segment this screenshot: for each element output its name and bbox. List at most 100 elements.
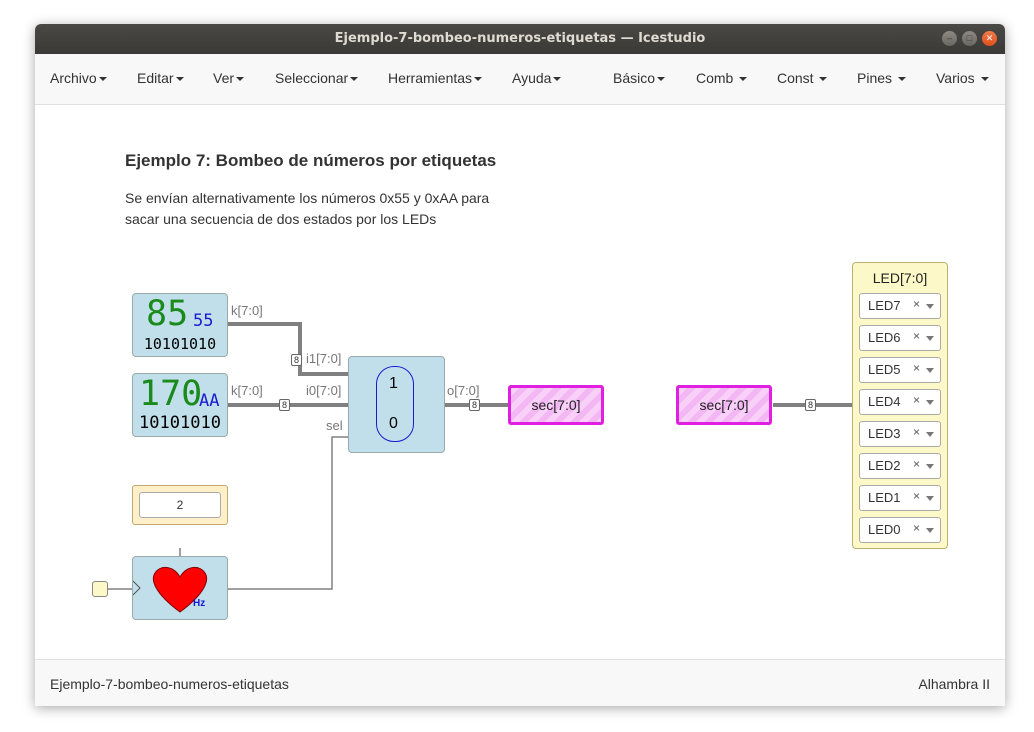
caret-down-icon bbox=[236, 77, 245, 82]
caret-down-icon bbox=[553, 77, 562, 82]
chevron-down-icon[interactable] bbox=[926, 528, 934, 533]
status-bar: Ejemplo-7-bombeo-numeros-etiquetas Alham… bbox=[35, 659, 1005, 706]
led-pin-select[interactable]: LED4 × bbox=[859, 389, 941, 415]
const-hex: AA bbox=[199, 391, 220, 411]
caret-down-icon bbox=[474, 77, 483, 82]
clock-input-port[interactable] bbox=[92, 581, 108, 597]
tag-label: sec[7:0] bbox=[699, 397, 749, 413]
caret-down-icon bbox=[657, 77, 666, 82]
menu-herramientas[interactable]: Herramientas bbox=[388, 70, 483, 86]
led-pin-select[interactable]: LED2 × bbox=[859, 453, 941, 479]
port-label: k[7:0] bbox=[231, 383, 263, 398]
chevron-down-icon[interactable] bbox=[926, 464, 934, 469]
const-decimal: 85 bbox=[146, 294, 189, 334]
led-pin-select[interactable]: LED6 × bbox=[859, 325, 941, 351]
led-pin-select[interactable]: LED1 × bbox=[859, 485, 941, 511]
const-hex: 55 bbox=[193, 311, 214, 331]
wire-sel[interactable] bbox=[228, 436, 348, 590]
wire-bus-k1-i1[interactable] bbox=[227, 322, 348, 376]
close-button[interactable]: ✕ bbox=[982, 31, 997, 46]
remove-icon[interactable]: × bbox=[913, 297, 920, 311]
const-block-85[interactable]: 85 55 10101010 bbox=[132, 293, 228, 357]
menu-label: Archivo bbox=[50, 70, 97, 86]
pin-label: LED3 bbox=[868, 426, 901, 441]
minimize-button[interactable]: – bbox=[942, 31, 957, 46]
chevron-down-icon[interactable] bbox=[926, 304, 934, 309]
bus-width-badge: 8 bbox=[279, 399, 291, 411]
heart-block[interactable]: Hz bbox=[132, 556, 228, 620]
circuit-canvas[interactable]: Ejemplo 7: Bombeo de números por etiquet… bbox=[35, 105, 1005, 659]
menu-editar[interactable]: Editar bbox=[137, 70, 184, 86]
menu-ayuda[interactable]: Ayuda bbox=[512, 70, 562, 86]
remove-icon[interactable]: × bbox=[913, 361, 920, 375]
remove-icon[interactable]: × bbox=[913, 521, 920, 535]
remove-icon[interactable]: × bbox=[913, 457, 920, 471]
menu-seleccionar[interactable]: Seleccionar bbox=[275, 70, 359, 86]
mux-symbol-label: 1 bbox=[389, 375, 398, 392]
maximize-button[interactable]: □ bbox=[962, 31, 977, 46]
remove-icon[interactable]: × bbox=[913, 393, 920, 407]
pin-label: LED4 bbox=[868, 394, 901, 409]
caret-down-icon bbox=[98, 77, 107, 82]
menu-basico[interactable]: Básico bbox=[613, 70, 666, 86]
caret-down-icon bbox=[897, 77, 906, 82]
caret-down-icon bbox=[980, 77, 989, 82]
pin-label: LED5 bbox=[868, 362, 901, 377]
menu-varios[interactable]: Varios bbox=[936, 70, 989, 86]
menu-comb[interactable]: Comb bbox=[696, 70, 748, 86]
output-tag[interactable]: sec[7:0] bbox=[508, 385, 604, 425]
menu-const[interactable]: Const bbox=[777, 70, 828, 86]
menu-label: Const bbox=[777, 70, 814, 86]
title-bar: Ejemplo-7-bombeo-numeros-etiquetas — Ice… bbox=[35, 24, 1005, 54]
caret-down-icon bbox=[819, 77, 828, 82]
tag-label: sec[7:0] bbox=[531, 397, 581, 413]
app-window: Ejemplo-7-bombeo-numeros-etiquetas — Ice… bbox=[35, 24, 1005, 706]
mux-block[interactable]: 1 0 bbox=[348, 356, 445, 453]
heart-icon bbox=[133, 567, 208, 613]
led-pin-select[interactable]: LED5 × bbox=[859, 357, 941, 383]
maximize-icon: □ bbox=[966, 33, 973, 43]
mux-input-label: i0[7:0] bbox=[306, 383, 342, 398]
bus-width-badge: 8 bbox=[469, 399, 481, 411]
pin-label: LED1 bbox=[868, 490, 901, 505]
mux-symbol: 1 0 bbox=[376, 366, 414, 442]
led-output-panel[interactable]: LED[7:0] LED7 × LED6 × LED5 × LED4 × LED3 × L… bbox=[852, 262, 948, 549]
led-panel-title: LED[7:0] bbox=[872, 270, 928, 286]
frequency-input[interactable]: 2 bbox=[139, 492, 221, 518]
remove-icon[interactable]: × bbox=[913, 425, 920, 439]
const-decimal: 170 bbox=[139, 374, 203, 414]
pin-label: LED0 bbox=[868, 522, 901, 537]
menu-archivo[interactable]: Archivo bbox=[50, 70, 107, 86]
menu-ver[interactable]: Ver bbox=[213, 70, 245, 86]
input-tag[interactable]: sec[7:0] bbox=[676, 385, 772, 425]
pin-label: LED2 bbox=[868, 458, 901, 473]
pin-label: LED7 bbox=[868, 298, 901, 313]
chevron-down-icon[interactable] bbox=[926, 432, 934, 437]
menu-bar: Archivo Editar Ver Seleccionar Herramien… bbox=[35, 54, 1005, 105]
remove-icon[interactable]: × bbox=[913, 329, 920, 343]
caret-down-icon bbox=[739, 77, 748, 82]
chevron-down-icon[interactable] bbox=[926, 368, 934, 373]
chevron-down-icon[interactable] bbox=[926, 400, 934, 405]
mux-symbol-label: 0 bbox=[389, 415, 398, 432]
menu-label: Ayuda bbox=[512, 70, 552, 86]
port-label: k[7:0] bbox=[231, 303, 263, 318]
frequency-param: 2 bbox=[132, 485, 228, 525]
bus-width-badge: 8 bbox=[805, 399, 817, 411]
const-binary: 10101010 bbox=[143, 335, 217, 353]
chevron-down-icon[interactable] bbox=[926, 336, 934, 341]
led-pin-select[interactable]: LED7 × bbox=[859, 293, 941, 319]
remove-icon[interactable]: × bbox=[913, 489, 920, 503]
const-block-170[interactable]: 170 AA 10101010 bbox=[132, 373, 228, 437]
minimize-icon: – bbox=[946, 33, 952, 43]
menu-label: Ver bbox=[213, 70, 235, 86]
led-pin-select[interactable]: LED0 × bbox=[859, 517, 941, 543]
board-name[interactable]: Alhambra II bbox=[918, 676, 990, 692]
led-pin-select[interactable]: LED3 × bbox=[859, 421, 941, 447]
menu-label: Editar bbox=[137, 70, 174, 86]
menu-pines[interactable]: Pines bbox=[857, 70, 906, 86]
project-name: Ejemplo-7-bombeo-numeros-etiquetas bbox=[50, 676, 289, 692]
chevron-down-icon[interactable] bbox=[926, 496, 934, 501]
close-icon: ✕ bbox=[985, 33, 994, 43]
const-binary: 10101010 bbox=[139, 413, 221, 433]
